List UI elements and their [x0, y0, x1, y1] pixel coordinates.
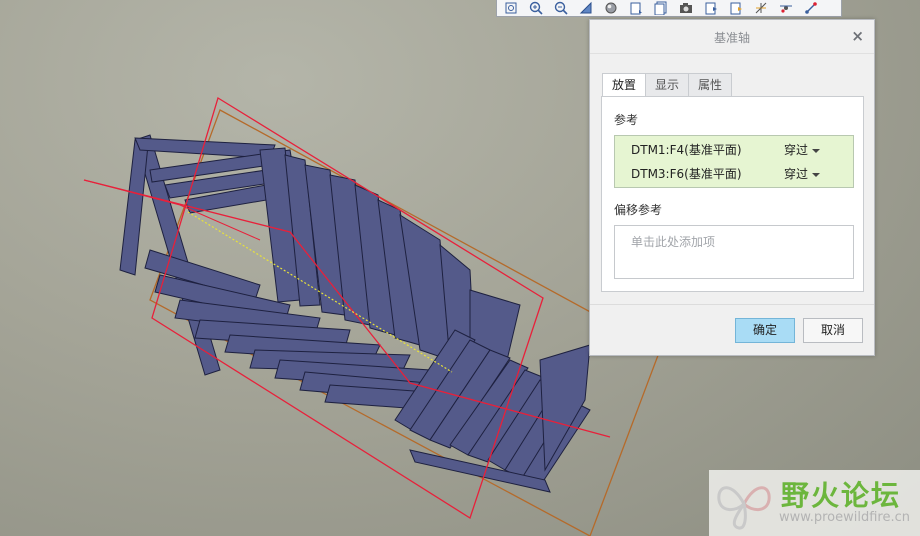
reference-name: DTM1:F4(基准平面) — [631, 143, 742, 157]
annotation-display-icon[interactable] — [727, 1, 745, 15]
zoom-in-icon[interactable] — [527, 1, 545, 15]
camera-icon[interactable] — [677, 1, 695, 15]
close-icon[interactable]: × — [851, 27, 864, 45]
tab-properties[interactable]: 属性 — [688, 73, 733, 96]
cancel-button[interactable]: 取消 — [803, 318, 863, 343]
saved-orientations-icon[interactable] — [627, 1, 645, 15]
zoom-out-icon[interactable] — [552, 1, 570, 15]
ok-button[interactable]: 确定 — [735, 318, 795, 343]
offset-references-label: 偏移参考 — [614, 203, 663, 217]
watermark-url: www.proewildfire.cn — [779, 510, 910, 525]
datum-point-icon[interactable] — [777, 1, 795, 15]
constraint-type-label: 穿过 — [784, 143, 809, 157]
butterfly-logo-icon — [717, 486, 771, 530]
tab-placement[interactable]: 放置 — [602, 73, 647, 97]
repaint-icon[interactable] — [577, 1, 595, 15]
reference-row[interactable]: DTM3:F6(基准平面) 穿过 — [615, 163, 853, 185]
display-style-icon[interactable] — [602, 1, 620, 15]
constraint-type-dropdown[interactable]: 穿过 — [784, 139, 821, 161]
offset-placeholder: 单击此处添加项 — [631, 235, 716, 249]
datum-display-icon[interactable] — [702, 1, 720, 15]
spin-center-icon[interactable] — [752, 1, 770, 15]
datum-axis-dialog: 基准轴 × 放置 显示 属性 参考 DTM1:F4(基准平面) 穿过 DTM3:… — [589, 19, 875, 356]
references-collector[interactable]: DTM1:F4(基准平面) 穿过 DTM3:F6(基准平面) 穿过 — [614, 135, 854, 188]
graphics-toolbar — [496, 0, 842, 17]
dialog-title: 基准轴 — [713, 31, 750, 45]
constraint-type-label: 穿过 — [784, 167, 809, 181]
placement-panel: 参考 DTM1:F4(基准平面) 穿过 DTM3:F6(基准平面) 穿过 偏移参… — [601, 96, 864, 292]
dialog-title-bar[interactable]: 基准轴 × — [590, 20, 874, 54]
dialog-tabs: 放置 显示 属性 — [602, 73, 733, 97]
chevron-down-icon — [812, 148, 821, 153]
constraint-type-dropdown[interactable]: 穿过 — [784, 163, 821, 185]
reference-name: DTM3:F6(基准平面) — [631, 167, 742, 181]
refit-icon[interactable] — [502, 1, 520, 15]
chevron-down-icon — [812, 172, 821, 177]
watermark: 野火论坛 www.proewildfire.cn — [709, 470, 920, 536]
watermark-title: 野火论坛 — [781, 479, 902, 512]
dialog-footer-divider — [590, 304, 874, 305]
named-views-icon[interactable] — [652, 1, 670, 15]
tab-display[interactable]: 显示 — [645, 73, 690, 96]
datum-csys-icon[interactable] — [802, 1, 820, 15]
references-label: 参考 — [614, 113, 639, 127]
reference-row[interactable]: DTM1:F4(基准平面) 穿过 — [615, 139, 853, 161]
offset-references-collector[interactable]: 单击此处添加项 — [614, 225, 854, 279]
